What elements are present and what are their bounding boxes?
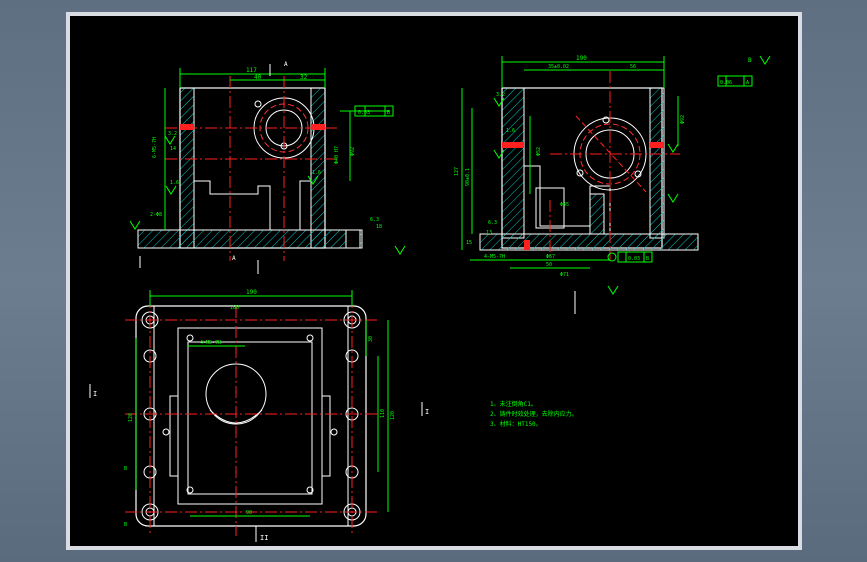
- note-line-3: 3、材料：HT150。: [490, 420, 542, 428]
- top-view-side-lug: [169, 395, 178, 477]
- top-dim-bottom-text: 90: [246, 510, 252, 516]
- top-dim-outer-width-text: 190: [246, 289, 257, 296]
- technical-notes: 1、未注倒角C1。 2、铸件时效处理，去除内应力。 3、材料：HT150。: [490, 400, 578, 428]
- side-right-wall: [649, 87, 665, 239]
- side-roughness-symbol: [667, 143, 679, 153]
- top-dim-height-left-text: 120: [128, 413, 134, 422]
- top-dim-right-b-text: 110: [380, 409, 386, 418]
- side-dim-flange: 13: [486, 230, 492, 236]
- front-roughness-symbol: [394, 245, 406, 255]
- section-label-a-top: A: [284, 61, 288, 68]
- top-view-housing: [177, 327, 323, 505]
- side-tolerance-bottom-datum: B: [646, 256, 649, 262]
- front-roughness-1: 3.2: [168, 131, 177, 137]
- m5-hole: [162, 428, 170, 436]
- side-roughness-symbol: [667, 193, 679, 203]
- front-view-outline: [179, 87, 326, 249]
- side-dim-small-hole: Φ67: [546, 254, 555, 260]
- top-view-side-lug: [322, 395, 331, 477]
- top-view-inner-frame: [153, 305, 349, 527]
- cad-drawing: 117 40 32 0.03 B Φ92 Φ40 H7 6-M5-7H 14 3…: [89, 55, 771, 542]
- front-dim-right-part: 32: [300, 74, 308, 81]
- front-roughness-symbol: [129, 220, 141, 230]
- side-dim-bottom-w: 50: [546, 262, 552, 268]
- front-dowel-right: [311, 124, 325, 130]
- front-view: [129, 64, 406, 274]
- top-dim-side-text: 120: [390, 411, 396, 420]
- front-small-hole: [254, 100, 262, 108]
- front-roughness-symbol: [164, 135, 176, 145]
- side-roughness-symbol: [607, 285, 619, 295]
- view-markers: I I II: [93, 390, 429, 542]
- side-corner-label: B: [748, 57, 752, 64]
- drawing-frame: 117 40 32 0.03 B Φ92 Φ40 H7 6-M5-7H 14 3…: [66, 12, 802, 550]
- top-view-cavity: [187, 341, 313, 495]
- side-dim-right-offset-text: 56: [630, 64, 636, 70]
- side-note-spec: 4-M5-7H: [484, 254, 505, 260]
- side-tolerance-bottom-value: 0.03: [628, 256, 640, 262]
- front-inner-cavity: [194, 180, 271, 230]
- side-view: [461, 55, 771, 314]
- front-tolerance-datum: B: [387, 110, 390, 116]
- front-dim-bore-offset: 40: [254, 74, 262, 81]
- front-dim-wall-thk: 14: [170, 146, 176, 152]
- side-dim-bore-center-text: 35±0.02: [548, 64, 569, 70]
- note-line-1: 1、未注倒角C1。: [490, 400, 537, 408]
- section-label-a-bottom: A: [232, 255, 236, 262]
- top-view: [89, 290, 423, 542]
- side-roughness-2: 1.6: [506, 128, 515, 134]
- side-dim-bottom-w2: Φ71: [560, 272, 569, 278]
- front-right-wall: [310, 87, 326, 249]
- side-dowel-left: [502, 142, 524, 148]
- side-datum-circle: [607, 252, 617, 262]
- front-dim-bore-fit: Φ40 H7: [334, 146, 340, 164]
- m5-hole: [330, 428, 338, 436]
- m5-hole: [186, 334, 194, 342]
- front-inner-right: [299, 180, 311, 230]
- front-base-slot: [345, 229, 361, 249]
- side-dim-height-total-text: 127: [454, 167, 460, 176]
- front-dim-overall-width: 117: [246, 67, 257, 74]
- front-dim-bore-dia: Φ92: [350, 147, 356, 156]
- side-left-wall: [501, 87, 525, 239]
- front-roughness-2: 1.6: [170, 180, 179, 186]
- top-dim-inner-width-text: 160: [230, 305, 239, 311]
- top-label-b1: B: [124, 466, 127, 472]
- front-tolerance-value: 0.03: [358, 110, 370, 116]
- side-view-outline: [501, 87, 663, 249]
- front-roughness-3: 1.6: [312, 170, 321, 176]
- note-line-2: 2、铸件时效处理，去除内应力。: [490, 410, 578, 418]
- top-label-b2: B: [124, 522, 127, 528]
- side-tolerance-top-value: 0.06: [720, 80, 732, 86]
- side-tolerance-top-datum: A: [746, 80, 749, 86]
- front-roughness-symbol: [165, 185, 177, 195]
- cad-drawing-area[interactable]: 117 40 32 0.03 B Φ92 Φ40 H7 6-M5-7H 14 3…: [70, 16, 798, 546]
- front-left-wall: [179, 87, 195, 249]
- side-dim-pocket: Φ45: [560, 202, 569, 208]
- front-dim-hole-spec: 6-M5-7H: [152, 137, 158, 158]
- front-dim-base: 18: [376, 224, 382, 230]
- side-roughness-1: 3.2: [496, 92, 505, 98]
- top-hole-spec: 4-M5-7H: [200, 340, 221, 346]
- side-inner-rib: [589, 193, 605, 235]
- side-dowel-right: [650, 142, 664, 148]
- side-roughness-3: 6.3: [488, 220, 497, 226]
- front-base-plate: [137, 229, 363, 249]
- side-dim-base-h: 15: [466, 240, 472, 246]
- top-dim-right-a-text: 30: [368, 336, 374, 342]
- view-marker-bottom-text: II: [260, 534, 268, 542]
- view-marker-right-text: I: [425, 408, 429, 416]
- side-roughness-symbol: [759, 55, 771, 65]
- side-dim-bore-height-text: 90±0.1: [465, 168, 471, 186]
- front-dowel-left: [180, 124, 194, 130]
- side-dim-total-width-text: 190: [576, 55, 587, 62]
- front-dim-slot: 2-Φ8: [150, 212, 162, 218]
- side-dim-bore-dia-text: Φ92: [680, 115, 686, 124]
- side-dim-bore-inner-text: Φ52: [536, 147, 542, 156]
- m5-hole: [306, 334, 314, 342]
- front-roughness-4: 6.3: [370, 217, 379, 223]
- side-base-dowel: [524, 240, 530, 250]
- view-marker-left-text: I: [93, 390, 97, 398]
- side-base-plate: [479, 233, 699, 251]
